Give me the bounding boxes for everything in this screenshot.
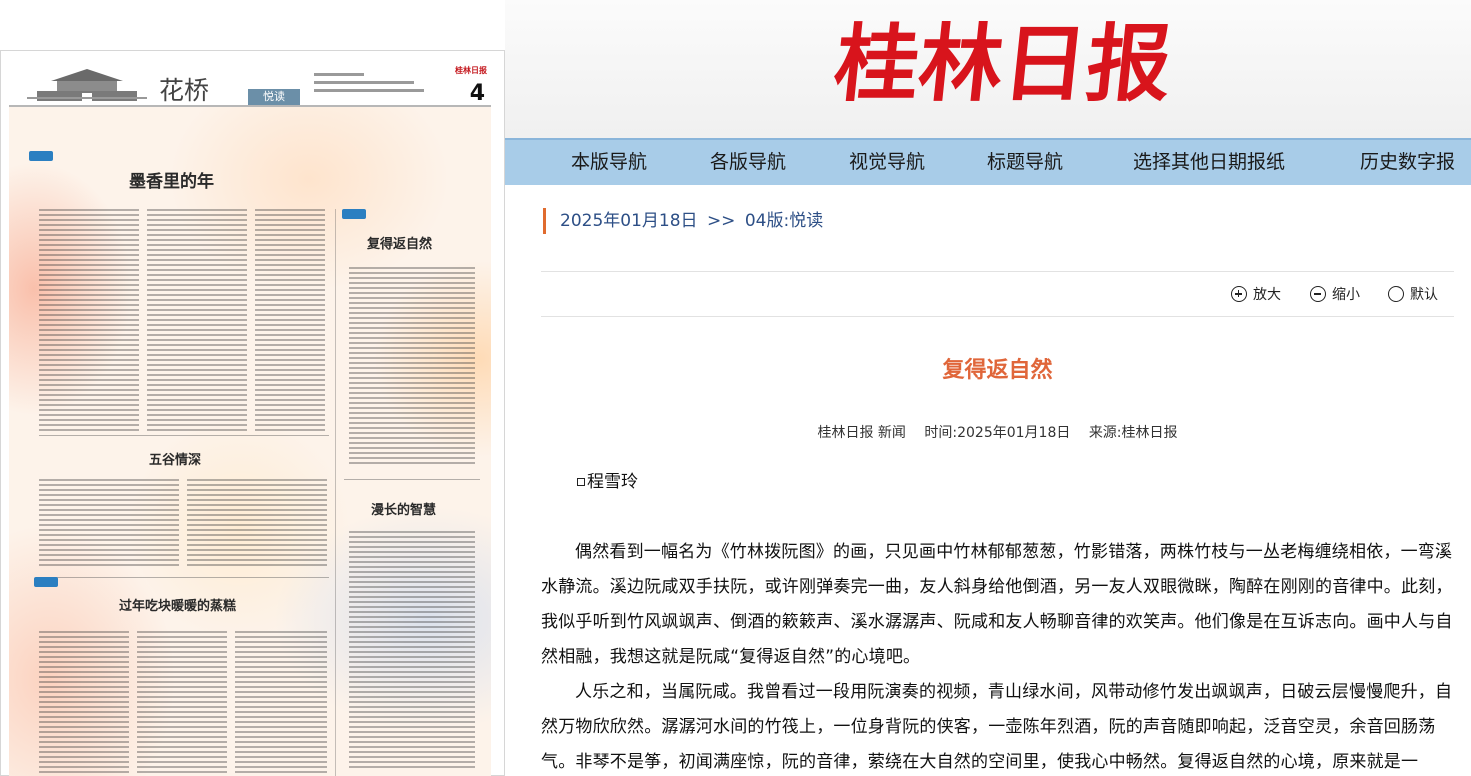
thumbnail-text-column [147, 209, 247, 434]
article-title: 复得返自然 [942, 357, 1053, 383]
thumbnail-meta-line [314, 73, 364, 76]
thumbnail-section-tag: 悦读 [248, 89, 300, 105]
article-time: 时间:2025年01月18日 [924, 425, 1071, 441]
thumbnail-text-column [39, 631, 129, 776]
plus-circle-icon [1231, 286, 1247, 302]
article-source: 桂林日报 新闻 [817, 425, 906, 441]
breadcrumb-date[interactable]: 2025年01月18日 [560, 211, 698, 231]
thumbnail-section-rule [344, 479, 480, 480]
zoom-out-button[interactable]: 缩小 [1310, 284, 1360, 306]
article-body: 偶然看到一幅名为《竹林拨阮图》的画，只见画中竹林郁郁葱葱，竹影错落，两株竹枝与一… [541, 535, 1454, 776]
column-badge-icon [342, 209, 366, 219]
thumbnail-paper-logo: 桂林日报 [455, 66, 487, 75]
thumbnail-text-column [137, 631, 227, 776]
main-nav: 本版导航 各版导航 视觉导航 标题导航 选择其他日期报纸 历史数字报 [505, 138, 1471, 185]
default-size-button[interactable]: 默认 [1388, 284, 1438, 306]
thumbnail-text-column [349, 531, 475, 771]
column-badge-icon [29, 151, 53, 161]
article-meta: 桂林日报 新闻 时间:2025年01月18日 来源:桂林日报 [541, 422, 1454, 442]
author-name: 程雪玲 [587, 472, 638, 492]
nav-headlines[interactable]: 标题导航 [987, 140, 1063, 185]
thumbnail-text-column [187, 479, 327, 569]
thumbnail-section-rule [39, 577, 329, 578]
article-paragraph: 人乐之和，当属阮咸。我曾看过一段用阮演奏的视频，青山绿水间，风带动修竹发出飒飒声… [541, 682, 1453, 772]
minus-circle-icon [1310, 286, 1326, 302]
thumbnail-page-number: 4 [469, 81, 485, 106]
square-bullet-icon [577, 478, 585, 486]
article-origin: 来源:桂林日报 [1088, 425, 1178, 441]
circle-icon [1388, 286, 1404, 302]
city-gate-illustration [27, 69, 147, 101]
thumbnail-text-column [235, 631, 327, 776]
thumbnail-headline-1[interactable]: 墨香里的年 [129, 167, 214, 192]
zoom-in-label: 放大 [1253, 287, 1281, 303]
article-paragraph: 偶然看到一幅名为《竹林拨阮图》的画，只见画中竹林郁郁葱葱，竹影错落，两株竹枝与一… [541, 542, 1453, 667]
thumbnail-text-column [349, 267, 475, 467]
nav-other-dates[interactable]: 选择其他日期报纸 [1133, 140, 1285, 185]
thumbnail-headline-5[interactable]: 过年吃块暖暖的蒸糕 [119, 595, 236, 614]
thumbnail-section-name: 花桥 [159, 76, 210, 105]
font-size-toolbar: 放大 缩小 默认 [541, 271, 1454, 317]
page-thumbnail[interactable]: 花桥 悦读 桂林日报 4 墨香里的年 复得返自然 漫长的智慧 五谷情深 过年吃块… [0, 50, 505, 776]
thumbnail-column-divider [335, 209, 336, 776]
nav-all-pages[interactable]: 各版导航 [710, 140, 786, 185]
column-badge-icon [34, 577, 58, 587]
breadcrumb: 2025年01月18日 >> 04版:悦读 [543, 208, 823, 234]
nav-visual[interactable]: 视觉导航 [849, 140, 925, 185]
thumbnail-headline-4[interactable]: 漫长的智慧 [371, 499, 436, 518]
newspaper-logo: 桂林日报 [829, 14, 1177, 113]
default-size-label: 默认 [1410, 287, 1438, 303]
thumbnail-section-rule [39, 435, 329, 436]
thumbnail-meta-line [314, 81, 414, 84]
site-masthead: 桂林日报 [505, 0, 1471, 138]
thumbnail-meta-line [314, 89, 424, 92]
newspaper-page-image[interactable]: 花桥 悦读 桂林日报 4 墨香里的年 复得返自然 漫长的智慧 五谷情深 过年吃块… [9, 59, 491, 776]
breadcrumb-section[interactable]: 04版:悦读 [745, 211, 823, 231]
thumbnail-text-column [39, 479, 179, 569]
thumbnail-text-column [39, 209, 139, 434]
zoom-out-label: 缩小 [1332, 287, 1360, 303]
thumbnail-headline-3[interactable]: 五谷情深 [149, 449, 201, 468]
thumbnail-masthead: 花桥 悦读 桂林日报 4 [9, 59, 491, 107]
zoom-in-button[interactable]: 放大 [1231, 284, 1281, 306]
nav-this-page[interactable]: 本版导航 [571, 140, 647, 185]
thumbnail-text-column [255, 209, 325, 434]
breadcrumb-separator: >> [706, 211, 736, 231]
article-author: 程雪玲 [577, 467, 638, 492]
thumbnail-headline-2[interactable]: 复得返自然 [367, 233, 432, 252]
nav-history-archive[interactable]: 历史数字报 [1360, 140, 1455, 185]
